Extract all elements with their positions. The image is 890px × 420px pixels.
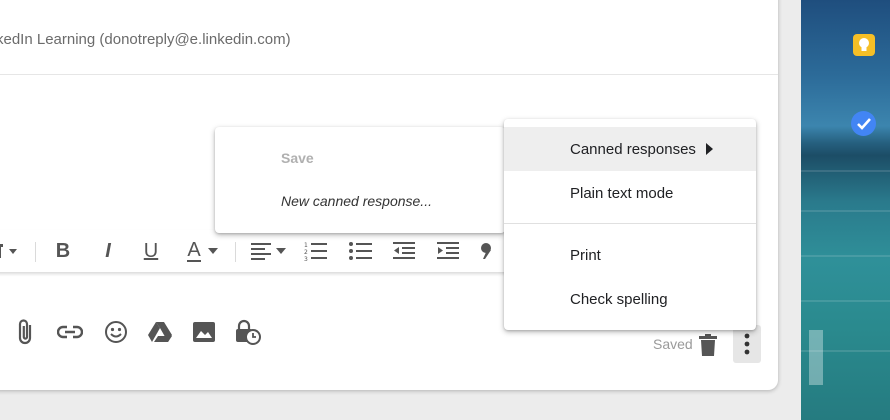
menu-item-label: Plain text mode [570,184,674,202]
from-address: kedIn Learning (donotreply@e.linkedin.co… [0,31,291,48]
insert-link-button[interactable] [56,318,84,346]
menu-item-plain-text-mode[interactable]: Plain text mode [504,171,756,215]
tasks-check-icon [856,117,871,130]
photo-icon [193,322,215,342]
italic-icon: I [105,239,111,262]
align-button[interactable] [248,238,290,264]
canned-save-item: Save [281,150,314,166]
svg-text:2: 2 [304,249,308,256]
underline-icon: U [143,239,159,262]
menu-item-check-spelling[interactable]: Check spelling [504,277,756,321]
side-scrollbar[interactable] [809,330,823,385]
trash-icon [699,334,717,356]
bold-button[interactable]: B [50,238,76,264]
numbered-list-button[interactable]: 1 2 3 [302,238,330,264]
saved-status: Saved [653,336,693,352]
menu-item-print[interactable]: Print [504,233,756,277]
svg-text:1: 1 [304,242,308,249]
quote-icon [481,243,491,259]
discard-draft-button[interactable] [697,332,719,358]
confidential-mode-icon [236,319,261,345]
keep-app-button[interactable] [853,34,875,56]
more-vert-icon [744,333,750,355]
indent-less-button[interactable] [391,238,419,264]
font-size-button[interactable] [0,238,22,264]
chevron-down-icon [207,248,218,254]
menu-item-label: Print [570,246,601,264]
bold-icon: B [55,239,71,262]
bulleted-list-button[interactable] [347,238,375,264]
attach-file-button[interactable] [12,318,40,346]
more-options-button[interactable] [733,325,761,363]
confidential-mode-button[interactable] [234,318,262,346]
underline-button[interactable]: U [138,238,164,264]
insert-emoji-button[interactable] [102,318,130,346]
bulleted-list-icon [349,242,372,260]
paperclip-icon [18,319,32,345]
text-color-button[interactable]: A [180,238,226,264]
lightbulb-icon [859,38,869,51]
from-row: kedIn Learning (donotreply@e.linkedin.co… [0,0,778,75]
align-left-icon [251,243,271,260]
insert-photo-button[interactable] [190,318,218,346]
new-canned-response-item[interactable]: New canned response... [281,193,432,209]
svg-text:3: 3 [304,256,308,261]
more-options-menu: Canned responses Plain text mode Print C… [504,119,756,330]
submenu-arrow-icon [706,143,713,155]
insert-drive-button[interactable] [146,318,174,346]
text-color-icon: A [187,239,201,262]
chevron-down-icon [276,248,286,254]
menu-item-label: Canned responses [570,140,696,158]
italic-button[interactable]: I [95,238,121,264]
menu-divider [504,223,756,224]
indent-less-icon [393,242,415,259]
canned-responses-submenu: Save New canned response... [215,127,505,233]
font-size-icon [0,244,17,258]
quote-button[interactable] [478,238,498,264]
link-icon [57,325,83,339]
side-panel-background [801,0,890,420]
menu-item-canned-responses[interactable]: Canned responses [504,127,756,171]
numbered-list-icon: 1 2 3 [304,242,327,261]
emoji-icon [105,321,127,343]
formatting-toolbar: B I U A 1 2 3 [0,230,520,272]
indent-more-button[interactable] [435,238,463,264]
menu-item-label: Check spelling [570,290,668,308]
drive-icon [148,322,172,342]
indent-more-icon [437,242,459,259]
tasks-app-button[interactable] [851,111,876,136]
